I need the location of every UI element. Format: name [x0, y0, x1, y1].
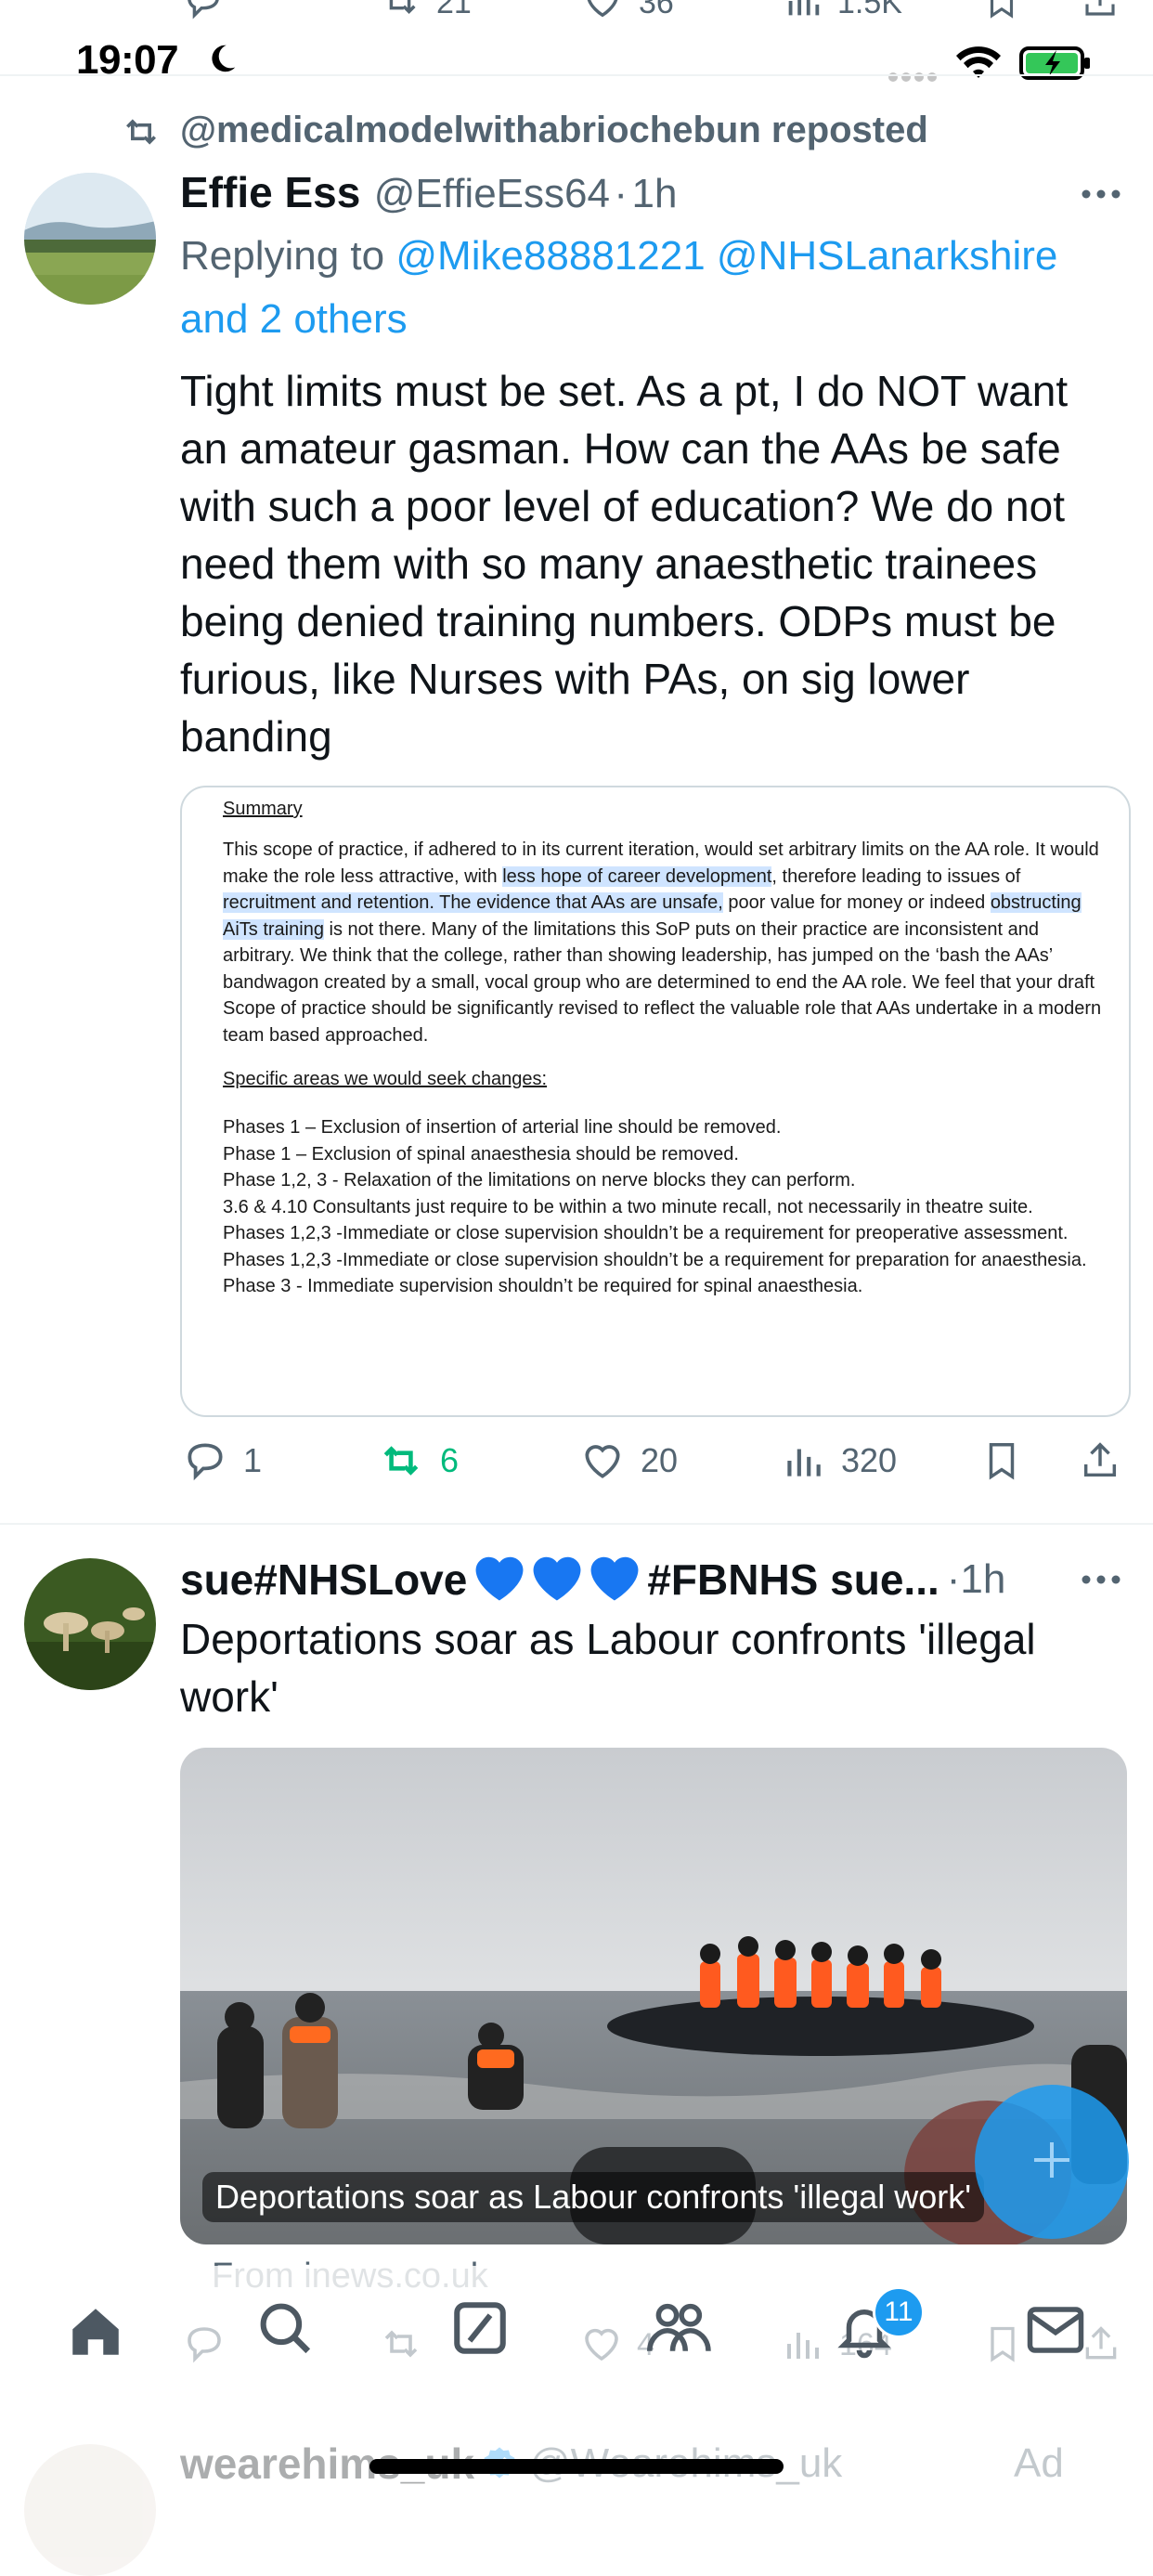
views-icon — [780, 1438, 826, 1484]
repost-icon[interactable] — [379, 0, 421, 31]
status-time: 19:07 — [76, 37, 179, 83]
avatar — [24, 2444, 156, 2576]
tweet-header: Effie Ess @EffieEss64 · 1h — [180, 167, 677, 217]
views-icon[interactable] — [782, 0, 824, 31]
views-count: 1.5K — [837, 0, 902, 20]
wifi-icon — [954, 45, 1003, 86]
replying-to-users[interactable]: @Mike88881221 @NHSLanarkshire — [395, 233, 1057, 279]
avatar[interactable] — [24, 1558, 156, 1690]
document-content: Summary This scope of practice, if adher… — [223, 799, 1105, 1300]
reply-icon — [182, 1438, 228, 1484]
like-count: 36 — [639, 0, 674, 20]
like-icon — [579, 2322, 624, 2371]
repost-count: 21 — [436, 0, 472, 20]
views-icon — [780, 2322, 824, 2371]
reposted-by-label[interactable]: @medicalmodelwithabriochebun reposted — [180, 110, 928, 151]
views-count: 320 — [841, 1441, 898, 1479]
tweet-text: Deportations soar as Labour confronts 'i… — [180, 1615, 1036, 1721]
like-icon[interactable] — [581, 0, 624, 31]
separator-dot: · — [946, 1555, 961, 1602]
link-card-caption: Deportations soar as Labour confronts 'i… — [202, 2172, 985, 2222]
doc-item: Phase 3 - Immediate supervision shouldn’… — [223, 1276, 863, 1296]
bookmark-icon — [980, 1438, 1023, 1484]
blue-heart-icon — [586, 1551, 643, 1607]
battery-charging-icon — [1019, 45, 1094, 86]
like-button[interactable]: 20 — [579, 1438, 678, 1484]
bookmark-icon[interactable] — [982, 0, 1021, 31]
nav-home-icon[interactable] — [65, 2301, 126, 2367]
separator-dot: · — [614, 171, 628, 216]
reply-button[interactable]: 1 — [182, 1438, 262, 1484]
reply-icon[interactable] — [182, 0, 225, 31]
doc-summary-paragraph: This scope of practice, if adhered to in… — [223, 839, 1102, 1046]
doc-item: 3.6 & 4.10 Consultants just require to b… — [223, 1196, 1033, 1217]
doc-summary-heading: Summary — [223, 799, 303, 819]
replying-to-others[interactable]: and 2 others — [180, 296, 408, 342]
repost-count: 6 — [440, 1441, 460, 1479]
nav-search-icon[interactable] — [254, 2297, 316, 2363]
repost-icon — [377, 1438, 425, 1484]
bookmark-button[interactable] — [980, 1438, 1023, 1484]
nav-communities-icon[interactable] — [644, 2297, 711, 2363]
share-icon — [1079, 1438, 1121, 1484]
nav-messages-icon[interactable] — [1025, 2301, 1086, 2363]
user-handle[interactable]: @EffieEss64 — [374, 171, 610, 216]
divider — [0, 1523, 1153, 1525]
attached-document-image[interactable]: Summary This scope of practice, if adher… — [180, 786, 1131, 1417]
plus-icon — [1029, 2137, 1075, 2188]
replying-to-prefix: Replying to — [180, 233, 385, 279]
doc-item: Phases 1,2,3 -Immediate or close supervi… — [223, 1223, 1069, 1243]
nav-grok-icon[interactable] — [449, 2297, 511, 2363]
doc-item: Phase 1,2, 3 - Relaxation of the limitat… — [223, 1170, 856, 1190]
share-button[interactable] — [1079, 1438, 1121, 1484]
repost-button[interactable]: 6 — [377, 1438, 459, 1484]
display-name[interactable]: Effie Ess — [180, 168, 360, 216]
repost-indicator-icon — [121, 111, 162, 157]
display-name[interactable]: sue#NHSLove — [180, 1555, 467, 1605]
reply-count: 1 — [243, 1441, 263, 1479]
display-name-tail[interactable]: #FBNHS sue... — [647, 1555, 939, 1605]
doc-item: Phases 1 – Exclusion of insertion of art… — [223, 1117, 782, 1138]
doc-item: Phases 1,2,3 -Immediate or close supervi… — [223, 1249, 1087, 1270]
views-button[interactable]: 320 — [780, 1438, 897, 1484]
blue-heart-icon — [471, 1551, 528, 1607]
tweet-time[interactable]: 1h — [632, 171, 678, 216]
share-icon — [1081, 2322, 1121, 2371]
doc-item: Phase 1 – Exclusion of spinal anaesthesi… — [223, 1143, 739, 1164]
tweet2-actions-behind-nav: 4 164 — [0, 2322, 1153, 2387]
bookmark-icon — [982, 2322, 1023, 2371]
ad-label: Ad — [1014, 2440, 1064, 2486]
avatar[interactable] — [24, 173, 156, 305]
tweet-header: sue#NHSLove #FBNHS sue... · 1h — [180, 1551, 1005, 1607]
divider — [0, 74, 1153, 76]
more-options-icon[interactable] — [1081, 1573, 1121, 1590]
signal-icon — [887, 71, 939, 87]
doc-areas-heading: Specific areas we would seek changes: — [223, 1069, 548, 1089]
share-icon[interactable] — [1081, 0, 1120, 31]
notifications-badge: 11 — [873, 2286, 925, 2338]
replying-to-line: Replying to @Mike88881221 @NHSLanarkshir… — [180, 225, 1136, 351]
reply-icon — [182, 2322, 227, 2371]
tweet-time[interactable]: 1h — [960, 1556, 1005, 1603]
like-count: 20 — [641, 1441, 679, 1479]
more-options-icon[interactable] — [1081, 188, 1121, 204]
home-indicator — [369, 2459, 784, 2474]
blue-heart-icon — [528, 1551, 586, 1607]
like-icon — [579, 1438, 626, 1484]
repost-icon — [379, 2322, 423, 2371]
compose-button[interactable] — [975, 2085, 1129, 2239]
tweet-text: Tight limits must be set. As a pt, I do … — [180, 367, 1069, 761]
